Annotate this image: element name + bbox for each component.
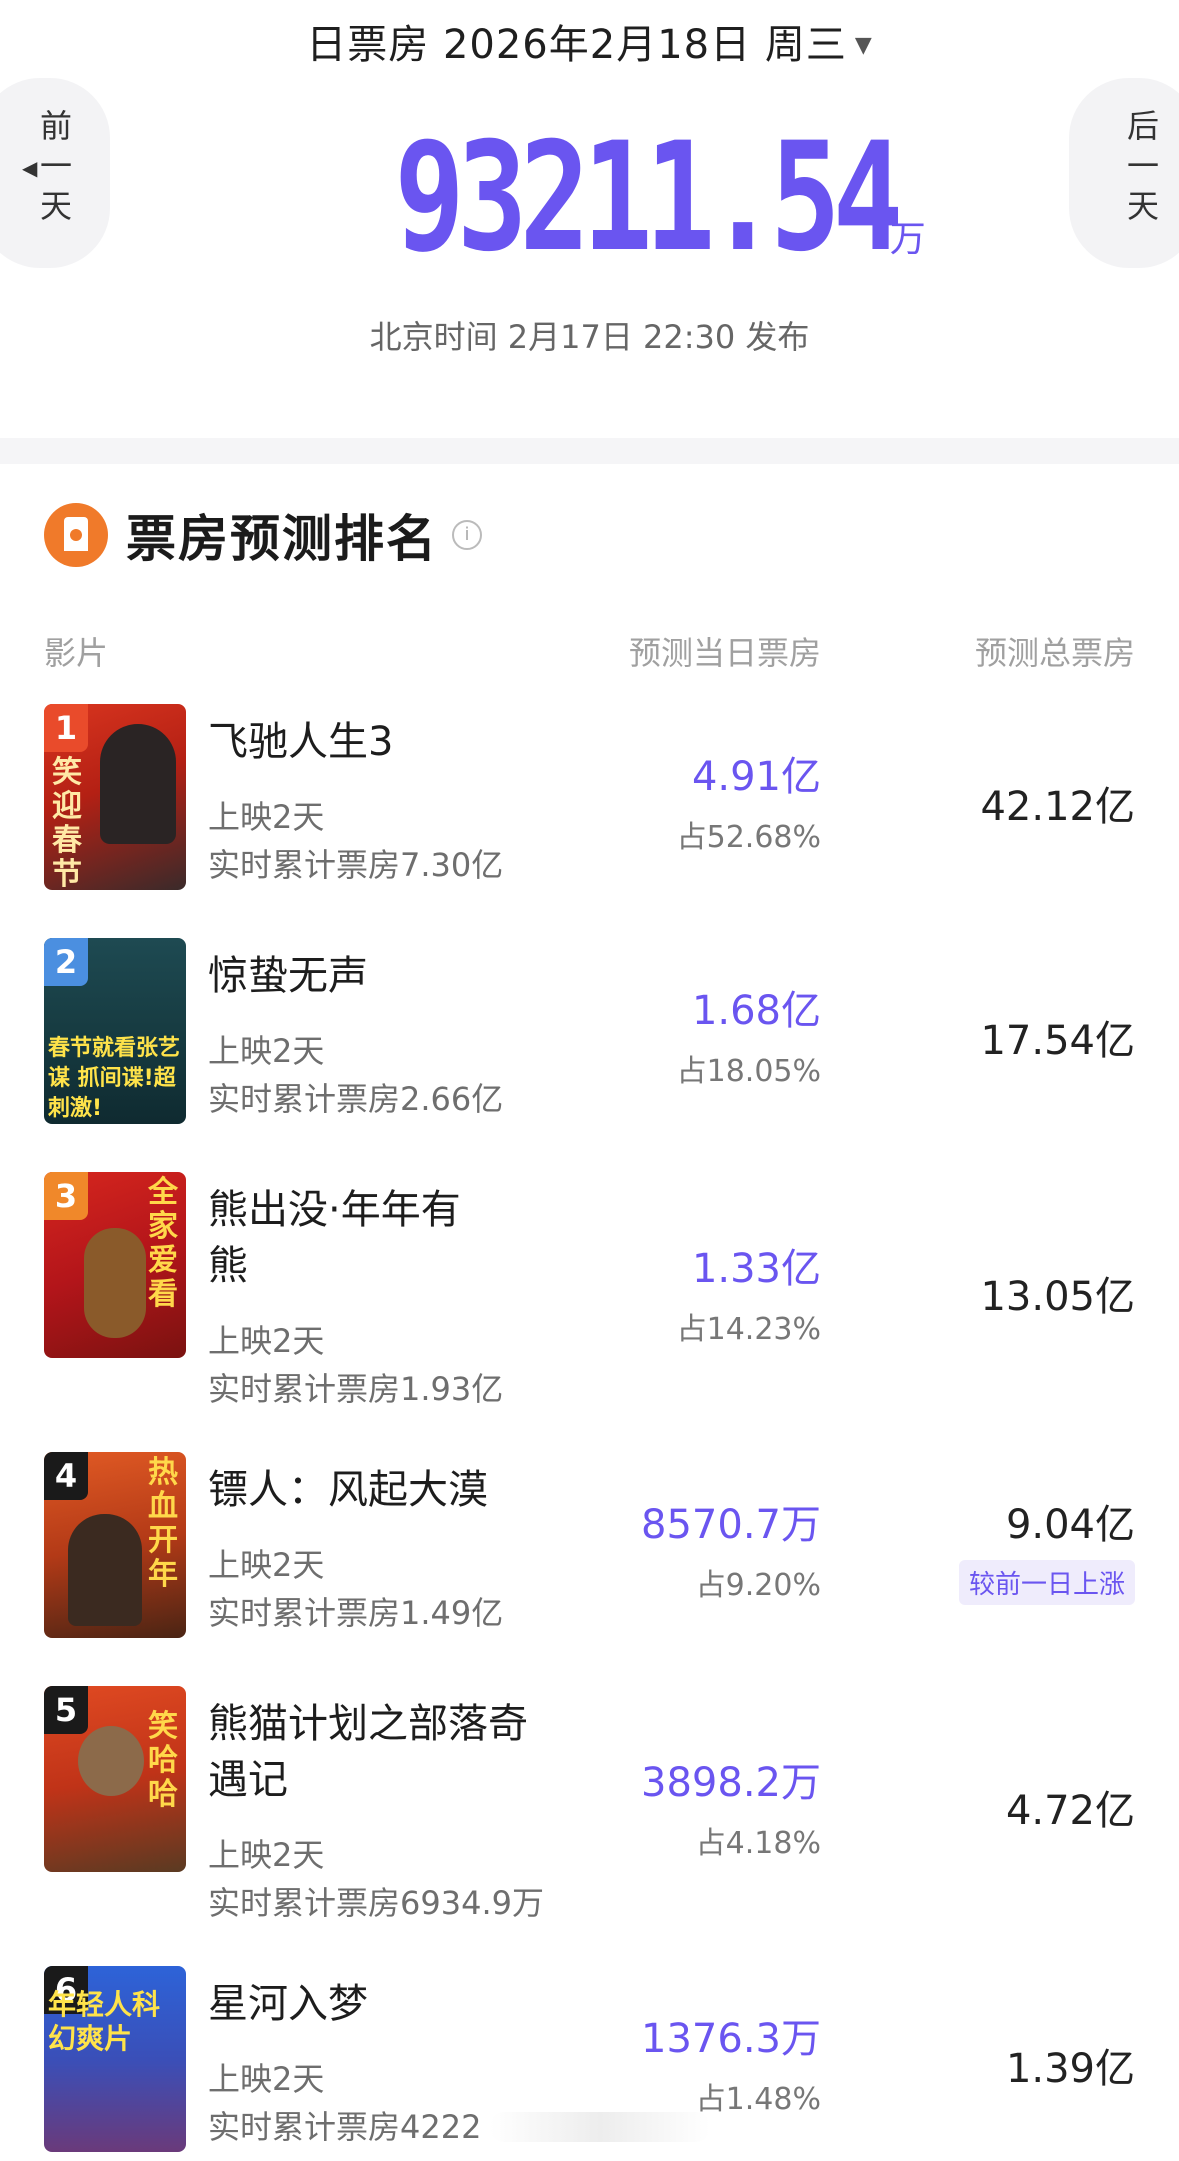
section-title: 票房预测排名 <box>126 510 438 568</box>
date-title: 日票房 2026年2月18日 周三 <box>306 22 847 68</box>
daily-box-office-header: 日票房 2026年2月18日 周三▼ ◀ 前 一 天 后 一 天 ▶ 93211… <box>0 0 1179 440</box>
column-header-predicted-total: 预测总票房 <box>974 634 1135 672</box>
movie-poster: 1 笑迎春节 <box>44 704 186 890</box>
maoyan-logo-icon <box>44 503 108 567</box>
movie-title-line: 镖人：风起大漠 <box>208 1467 488 1513</box>
cumulative-box-office: 实时累计票房4222 <box>208 2108 482 2146</box>
poster-figure <box>100 724 176 844</box>
movie-poster: 6 年轻人科幻爽片 <box>44 1966 186 2152</box>
rank-badge: 1 <box>44 704 88 752</box>
share-percent: 占18.05% <box>676 1054 821 1089</box>
poster-text: 笑哈哈 <box>148 1709 178 1812</box>
predicted-day-box-office: 1.68亿 <box>691 988 821 1034</box>
poster-text: 春节就看张艺谋 抓间谍!超刺激! <box>48 1036 181 1121</box>
rank-badge: 5 <box>44 1686 88 1734</box>
release-days: 上映2天 <box>208 798 325 836</box>
predicted-total-box-office: 42.12亿 <box>980 784 1135 830</box>
share-percent: 占4.18% <box>695 1826 821 1861</box>
cumulative-box-office: 实时累计票房6934.9万 <box>208 1884 544 1922</box>
predicted-total-box-office: 1.39亿 <box>1005 2046 1135 2092</box>
poster-text: 全家爱看 <box>148 1175 178 1312</box>
predicted-day-box-office: 4.91亿 <box>691 754 821 800</box>
movie-poster: 3 全家爱看 <box>44 1172 186 1358</box>
trend-badge: 较前一日上涨 <box>958 1560 1135 1605</box>
movie-poster: 2 春节就看张艺谋 抓间谍!超刺激! <box>44 938 186 1124</box>
poster-text: 热血开年 <box>148 1455 178 1592</box>
predicted-total-box-office: 17.54亿 <box>980 1018 1135 1064</box>
total-box-office-value: 93211.54 <box>394 111 904 285</box>
cumulative-box-office: 实时累计票房1.49亿 <box>208 1594 504 1632</box>
release-days: 上映2天 <box>208 1546 325 1584</box>
poster-text: 笑迎春节 <box>52 755 82 891</box>
predicted-day-box-office: 1.33亿 <box>691 1246 821 1292</box>
release-days: 上映2天 <box>208 1032 325 1070</box>
share-percent: 占1.48% <box>695 2082 821 2117</box>
rank-badge: 2 <box>44 938 88 986</box>
column-header-predicted-day: 预测当日票房 <box>628 634 821 672</box>
predicted-total-box-office: 4.72亿 <box>1005 1788 1135 1834</box>
movie-title-line: 飞驰人生3 <box>208 719 394 765</box>
section-divider <box>0 438 1179 464</box>
column-header-film: 影片 <box>44 634 109 672</box>
predicted-total-box-office: 9.04亿 <box>1005 1502 1135 1548</box>
share-percent: 占52.68% <box>676 820 821 855</box>
movie-poster: 5 笑哈哈 <box>44 1686 186 1872</box>
poster-text: 年轻人科幻爽片 <box>48 1988 161 2055</box>
share-percent: 占14.23% <box>676 1312 821 1347</box>
movie-title-line: 遇记 <box>208 1757 288 1803</box>
date-selector[interactable]: 日票房 2026年2月18日 周三 ▼ <box>0 12 1179 70</box>
movie-title: 星河入梦 <box>208 1976 568 2032</box>
forecast-ranking-header: 票房预测排名 i <box>44 500 482 570</box>
movie-title: 飞驰人生3 <box>208 714 568 770</box>
movie-title-line: 熊 <box>208 1243 248 1289</box>
movie-title: 熊猫计划之部落奇 遇记 <box>208 1696 568 1808</box>
release-days: 上映2天 <box>208 1322 325 1360</box>
info-icon[interactable]: i <box>452 520 482 550</box>
predicted-day-box-office: 8570.7万 <box>641 1502 821 1548</box>
poster-figure <box>84 1228 146 1338</box>
movie-title-line: 惊蛰无声 <box>208 953 368 999</box>
movie-title: 熊出没·年年有 熊 <box>208 1182 568 1294</box>
rank-badge: 4 <box>44 1452 88 1500</box>
watermark-overlay <box>490 2112 710 2142</box>
movie-title-line: 熊出没·年年有 <box>208 1187 461 1233</box>
publish-time: 北京时间 2月17日 22:30 发布 <box>369 318 810 356</box>
cumulative-box-office: 实时累计票房1.93亿 <box>208 1370 504 1408</box>
movie-title-line: 熊猫计划之部落奇 <box>208 1701 528 1747</box>
cumulative-box-office: 实时累计票房7.30亿 <box>208 846 504 884</box>
movie-title: 镖人：风起大漠 <box>208 1462 568 1518</box>
release-days: 上映2天 <box>208 2060 325 2098</box>
dropdown-caret-icon: ▼ <box>854 33 873 58</box>
movie-poster: 4 热血开年 <box>44 1452 186 1638</box>
predicted-day-box-office: 1376.3万 <box>641 2016 821 2062</box>
share-percent: 占9.20% <box>695 1568 821 1603</box>
rank-badge: 3 <box>44 1172 88 1220</box>
movie-title: 惊蛰无声 <box>208 948 568 1004</box>
predicted-total-box-office: 13.05亿 <box>980 1274 1135 1320</box>
poster-figure <box>78 1726 144 1796</box>
predicted-day-box-office: 3898.2万 <box>641 1760 821 1806</box>
movie-title-line: 星河入梦 <box>208 1981 368 2027</box>
poster-figure <box>68 1514 142 1626</box>
release-days: 上映2天 <box>208 1836 325 1874</box>
total-box-office: 93211.54万 <box>0 118 1179 278</box>
cumulative-box-office: 实时累计票房2.66亿 <box>208 1080 504 1118</box>
